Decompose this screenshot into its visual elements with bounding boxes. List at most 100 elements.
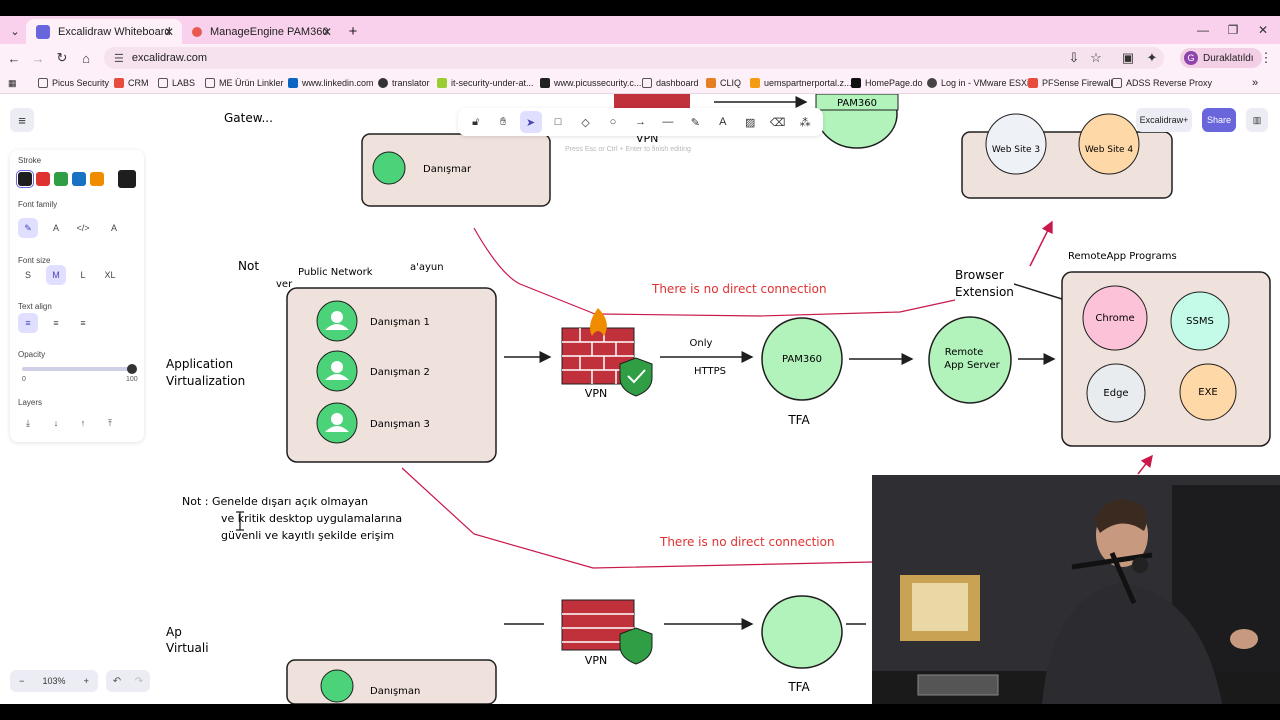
image-tool-icon[interactable]: ▨ <box>739 111 761 133</box>
hand-drawn-font-icon[interactable]: ✎ <box>18 218 38 238</box>
stroke-color-blue[interactable] <box>72 172 86 186</box>
diamond-tool-icon[interactable]: ◇ <box>575 111 597 133</box>
ellipse-tool-icon[interactable]: ○ <box>602 111 624 133</box>
font-size-m[interactable]: M <box>46 265 66 285</box>
font-more-icon[interactable]: A <box>104 218 124 238</box>
profile-name: Duraklatıldı <box>1203 52 1254 64</box>
bookmark-item[interactable]: LABS <box>158 76 195 90</box>
hand-tool-icon[interactable]: ✋︎ <box>492 111 514 133</box>
bookmark-label: www.linkedin.com <box>302 78 374 88</box>
bookmark-item[interactable]: uemspartnerportal.z... <box>750 76 852 90</box>
zoom-out-icon[interactable]: − <box>19 676 24 686</box>
more-tools-icon[interactable]: ⁂ <box>794 111 816 133</box>
tab-title: Excalidraw Whiteboard <box>58 25 171 38</box>
bookmark-item[interactable]: CRM <box>114 76 149 90</box>
bookmark-item[interactable]: Picus Security <box>38 76 109 90</box>
tab-pam360[interactable]: ManageEngine PAM360 ✕ <box>182 19 340 44</box>
send-backward-icon[interactable]: ↓ <box>46 413 66 433</box>
address-bar[interactable]: ☰ excalidraw.com <box>104 47 1164 69</box>
maximize-icon[interactable]: ❐ <box>1218 16 1248 44</box>
tab-excalidraw[interactable]: Excalidraw Whiteboard ✕ <box>26 19 182 44</box>
library-icon[interactable]: ▥ <box>1246 108 1268 132</box>
selection-tool-icon[interactable]: ➤ <box>519 111 542 133</box>
stroke-color-black[interactable] <box>16 170 34 188</box>
pencil-tool-icon[interactable]: ✎ <box>684 111 706 133</box>
normal-font-icon[interactable]: A <box>46 218 66 238</box>
note-bottom-line: ve kritik desktop uygulamalarına <box>221 512 402 525</box>
close-tab-icon[interactable]: ✕ <box>322 25 332 39</box>
stroke-color-red[interactable] <box>36 172 50 186</box>
tab-search-button[interactable]: ⌄ <box>4 19 26 44</box>
bottom-pam360-node[interactable] <box>761 595 843 669</box>
zoom-in-icon[interactable]: + <box>84 676 89 686</box>
redo-icon[interactable]: ↷ <box>135 676 143 687</box>
apps-grid-icon[interactable]: ▦ <box>8 76 17 90</box>
more-bookmarks-icon[interactable]: » <box>1252 76 1258 90</box>
stroke-color-green[interactable] <box>54 172 68 186</box>
bookmark-item[interactable]: HomePage.do <box>851 76 923 90</box>
url-text: excalidraw.com <box>131 52 208 64</box>
extensions-puzzle-icon[interactable]: ✦ <box>1142 48 1162 68</box>
bring-to-front-icon[interactable]: ⤒ <box>100 413 120 433</box>
rectangle-tool-icon[interactable]: □ <box>547 111 569 133</box>
note-fragment: a'ayun <box>410 262 444 273</box>
note-fragment: ver <box>276 279 293 290</box>
close-tab-icon[interactable]: ✕ <box>164 25 174 39</box>
font-size-l[interactable]: L <box>73 265 93 285</box>
web-icon <box>750 78 760 88</box>
bookmark-item[interactable]: Log in - VMware ESXi <box>927 76 1029 90</box>
bottom-consultants-box[interactable] <box>286 659 497 704</box>
font-size-s[interactable]: S <box>18 265 38 285</box>
text-tool-icon[interactable]: A <box>712 111 734 133</box>
current-stroke-color[interactable] <box>118 170 136 188</box>
web-site-3-node[interactable] <box>985 113 1047 175</box>
align-left-icon[interactable]: ≡ <box>18 313 38 333</box>
program-label: Edge <box>1103 388 1128 399</box>
opacity-slider-knob[interactable] <box>127 364 137 374</box>
line-tool-icon[interactable]: — <box>657 111 679 133</box>
top-firewall-icon <box>614 94 690 108</box>
opacity-slider[interactable] <box>22 364 137 374</box>
forward-icon[interactable]: → <box>28 48 48 68</box>
bookmark-item[interactable]: PFSense Firewall <box>1028 76 1113 90</box>
bookmark-item[interactable]: www.picussecurity.c... <box>540 76 641 90</box>
font-size-xl[interactable]: XL <box>100 265 120 285</box>
reload-icon[interactable]: ↻ <box>52 48 72 68</box>
bring-forward-icon[interactable]: ↑ <box>73 413 93 433</box>
code-font-icon[interactable]: </> <box>73 218 93 238</box>
excalidraw-plus-button[interactable]: Excalidraw+ <box>1136 108 1192 132</box>
site-info-icon[interactable]: ☰ <box>114 52 124 65</box>
chrome-menu-icon[interactable]: ⋮ <box>1256 48 1276 68</box>
bookmark-item[interactable]: www.linkedin.com <box>288 76 374 90</box>
back-icon[interactable]: ← <box>4 48 24 68</box>
install-app-icon[interactable]: ⇩ <box>1064 48 1084 68</box>
align-center-icon[interactable]: ≡ <box>46 313 66 333</box>
profile-button[interactable]: G Duraklatıldı <box>1180 48 1262 68</box>
send-to-back-icon[interactable]: ⤓ <box>18 413 38 433</box>
bookmark-item[interactable]: it-security-under-at... <box>437 76 534 90</box>
minimize-icon[interactable]: — <box>1188 16 1218 44</box>
bookmark-item[interactable]: dashboard <box>642 76 699 90</box>
bookmark-item[interactable]: ME Ürün Linkler <box>205 76 284 90</box>
bookmark-item[interactable]: translator <box>378 76 430 90</box>
home-icon[interactable]: ⌂ <box>76 48 96 68</box>
arrow-tool-icon[interactable]: → <box>629 111 651 133</box>
undo-icon[interactable]: ↶ <box>113 676 121 687</box>
web-site-4-node[interactable] <box>1078 113 1140 175</box>
folder-icon <box>642 78 652 88</box>
zoom-level[interactable]: 103% <box>42 676 65 686</box>
eraser-tool-icon[interactable]: ⌫ <box>767 111 789 133</box>
share-button[interactable]: Share <box>1202 108 1236 132</box>
bookmark-label: Log in - VMware ESXi <box>941 78 1030 88</box>
extension-icon[interactable]: ▣ <box>1118 48 1138 68</box>
bookmark-star-icon[interactable]: ☆ <box>1086 48 1106 68</box>
bookmark-item[interactable]: ADSS Reverse Proxy <box>1112 76 1212 90</box>
align-right-icon[interactable]: ≡ <box>73 313 93 333</box>
lock-icon[interactable]: 🔓︎ <box>465 111 487 133</box>
new-tab-button[interactable]: + <box>342 19 364 44</box>
close-window-icon[interactable]: ✕ <box>1248 16 1278 44</box>
program-label: SSMS <box>1186 316 1214 327</box>
main-menu-icon[interactable]: ≡ <box>10 108 34 132</box>
stroke-color-orange[interactable] <box>90 172 104 186</box>
bookmark-item[interactable]: CLIQ <box>706 76 741 90</box>
